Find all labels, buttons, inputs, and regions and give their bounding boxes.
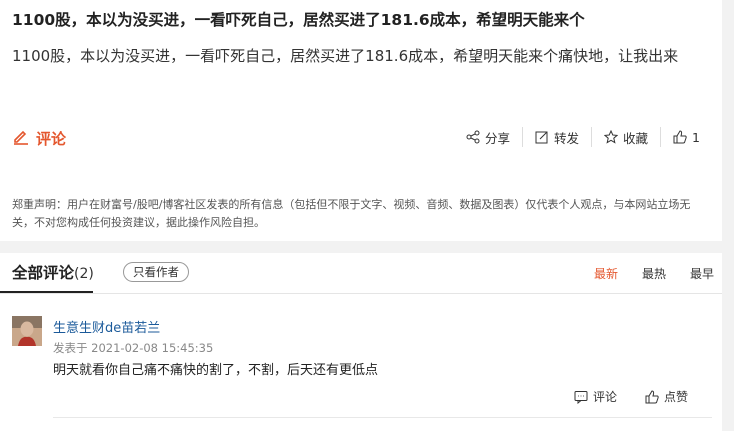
comment-like-button[interactable]: 点赞: [645, 388, 688, 405]
repost-button[interactable]: 转发: [523, 128, 591, 147]
sort-hottest[interactable]: 最热: [642, 265, 666, 282]
thumbs-up-icon: [673, 130, 687, 144]
comment-button-label: 评论: [36, 129, 67, 148]
comment-username[interactable]: 生意生财de苗若兰: [53, 317, 160, 336]
sort-oldest[interactable]: 最早: [690, 265, 714, 282]
like-button[interactable]: 1: [661, 130, 712, 145]
post-actions: 分享 转发 收藏 1: [454, 127, 712, 147]
comment-actions: 评论 点赞: [574, 388, 688, 405]
post-title: 1100股，本以为没买进，一看吓死自己，居然买进了181.6成本，希望明天能来个: [12, 11, 585, 29]
share-label: 分享: [485, 130, 511, 146]
comments-section: 全部评论(2) 只看作者 最新 最热 最早 生意生财de苗若兰 发表于 2021…: [0, 253, 722, 431]
like-count: 1: [692, 129, 700, 145]
post-action-bar: 评论 分享 转发 收藏 1: [12, 125, 712, 153]
comment-date: 发表于 2021-02-08 15:45:35: [53, 341, 214, 355]
pencil-icon: [12, 127, 30, 149]
comment-reply-button[interactable]: 评论: [574, 388, 617, 405]
sort-options: 最新 最热 最早: [594, 265, 714, 282]
comments-tab[interactable]: 全部评论(2): [12, 261, 94, 283]
reply-icon: [574, 390, 588, 404]
comment-reply-label: 评论: [592, 390, 617, 404]
comment-button[interactable]: 评论: [12, 127, 66, 149]
post-card: 1100股，本以为没买进，一看吓死自己，居然买进了181.6成本，希望明天能来个…: [0, 0, 722, 241]
comment-divider: [53, 417, 712, 418]
comment-like-label: 点赞: [663, 390, 688, 404]
repost-icon: [535, 130, 549, 144]
avatar[interactable]: [12, 316, 42, 346]
repost-label: 转发: [554, 130, 580, 146]
share-button[interactable]: 分享: [454, 128, 522, 147]
comments-title: 全部评论: [12, 264, 75, 282]
favorite-button[interactable]: 收藏: [592, 128, 660, 147]
post-body: 1100股，本以为没买进，一看吓死自己，居然买进了181.6成本，希望明天能来个…: [12, 47, 679, 65]
comments-header: 全部评论(2) 只看作者 最新 最热 最早: [0, 253, 722, 294]
disclaimer: 郑重声明：用户在财富号/股吧/博客社区发表的所有信息（包括但不限于文字、视频、音…: [12, 198, 691, 229]
sort-newest[interactable]: 最新: [594, 265, 618, 282]
only-author-button[interactable]: 只看作者: [123, 262, 189, 282]
favorite-label: 收藏: [623, 130, 649, 146]
comments-count: (2): [74, 266, 94, 282]
comment-text: 明天就看你自己痛不痛快的割了，不割，后天还有更低点: [53, 363, 379, 378]
star-icon: [603, 129, 619, 144]
thumbs-up-icon: [645, 389, 659, 404]
share-icon: [466, 130, 480, 144]
comment-item: 生意生财de苗若兰 发表于 2021-02-08 15:45:35 明天就看你自…: [0, 293, 722, 431]
